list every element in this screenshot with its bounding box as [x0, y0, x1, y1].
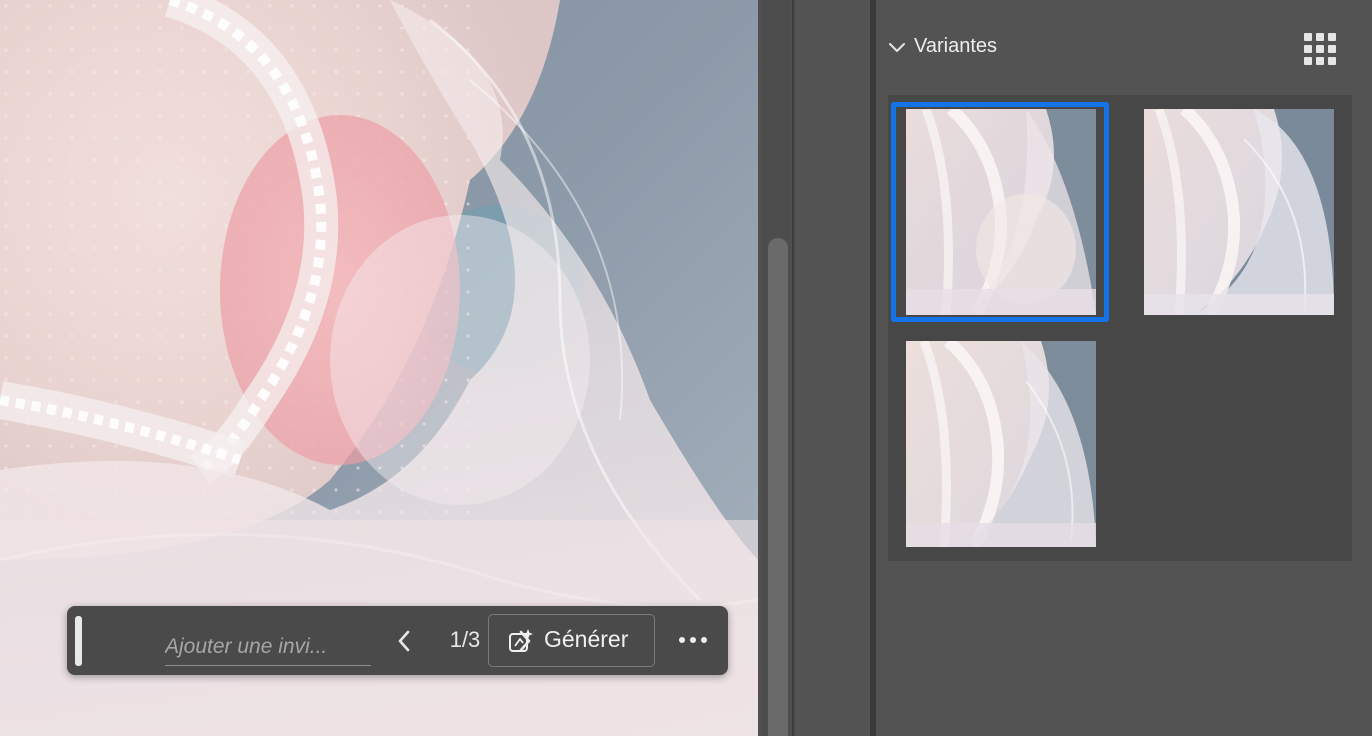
variants-panel: Variantes [876, 0, 1372, 736]
canvas-scrollbar-area [758, 0, 796, 736]
prompt-input[interactable] [165, 628, 371, 666]
panel-title: Variantes [914, 35, 998, 57]
chevron-down-icon[interactable] [888, 39, 906, 57]
chevron-left-icon [398, 630, 410, 652]
more-horizontal-icon [679, 637, 707, 643]
scrollbar-thumb[interactable] [768, 238, 788, 736]
generative-fill-icon [509, 629, 533, 652]
more-options-button[interactable] [673, 626, 713, 654]
generate-button-label: Générer [544, 626, 629, 652]
variant-counter: 1/3 [449, 627, 481, 652]
variant-image [1144, 109, 1334, 315]
variants-grid [888, 95, 1352, 561]
variant-thumbnail-3[interactable] [906, 341, 1096, 547]
vertical-scrollbar[interactable] [762, 0, 790, 736]
contextual-task-bar: 1/3 Générer [67, 606, 728, 675]
previous-variant-button[interactable] [391, 628, 417, 654]
taskbar-drag-handle[interactable] [75, 616, 82, 666]
app-window: 1/3 Générer [0, 0, 1372, 736]
document-canvas[interactable]: 1/3 Générer [0, 0, 758, 736]
panel-dock-column [796, 0, 870, 736]
generate-button[interactable]: Générer [488, 614, 655, 667]
variant-thumbnail-2[interactable] [1144, 109, 1334, 315]
variants-panel-header[interactable]: Variantes [876, 20, 1372, 74]
variant-image [906, 109, 1096, 315]
grid-view-icon[interactable] [1303, 32, 1337, 66]
divider [792, 0, 794, 736]
variant-thumbnail-1[interactable] [906, 109, 1096, 315]
variant-image [906, 341, 1096, 547]
